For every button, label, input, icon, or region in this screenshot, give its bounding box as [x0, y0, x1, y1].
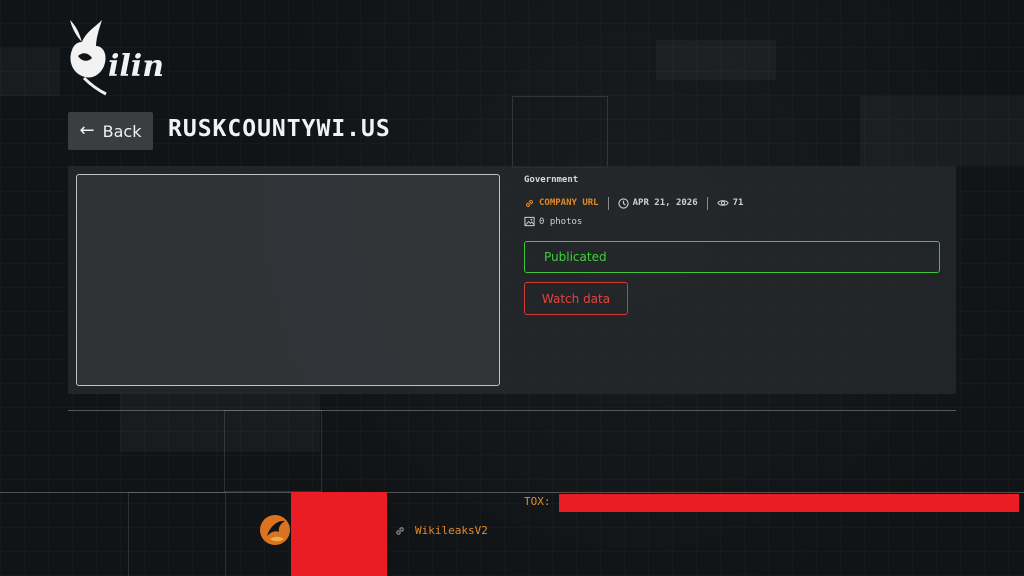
background-frame	[512, 96, 608, 168]
background-block	[860, 96, 1024, 166]
qilin-logo[interactable]: ilin	[64, 16, 174, 96]
photos-count: 0 photos	[539, 216, 583, 227]
background-block	[0, 48, 60, 96]
meta-separator	[607, 196, 609, 210]
photos-row: 0 photos	[524, 216, 582, 227]
category-label: Government	[524, 175, 579, 185]
link-icon	[396, 526, 404, 535]
background-frame	[224, 410, 322, 492]
background-frame	[128, 492, 226, 576]
phoenix-icon[interactable]	[258, 512, 292, 548]
meta-row: COMPANY URL APR 21, 2026 71	[524, 196, 743, 210]
tox-label: TOX:	[524, 495, 551, 508]
qilin-dragon-logo-icon: ilin	[70, 20, 164, 96]
watch-data-button[interactable]: Watch data	[524, 282, 628, 315]
company-url-label: COMPANY URL	[539, 198, 599, 208]
wikileaks-label: WikileaksV2	[415, 524, 488, 537]
page: ilin ← Back RUSKCOUNTYWI.US Government C…	[0, 0, 1024, 576]
meta-separator	[706, 196, 708, 210]
date-text: APR 21, 2026	[632, 198, 698, 208]
image-icon	[524, 216, 535, 227]
views-item: 71	[716, 198, 744, 208]
clock-icon	[617, 197, 629, 209]
page-title: RUSKCOUNTYWI.US	[168, 116, 391, 142]
company-url-link[interactable]: COMPANY URL	[524, 198, 599, 209]
eye-icon	[716, 200, 729, 206]
section-divider	[68, 410, 956, 411]
back-button-label: Back	[102, 121, 142, 141]
redaction-block	[291, 492, 387, 576]
image-preview	[76, 174, 500, 386]
back-button[interactable]: ← Back	[68, 112, 153, 150]
link-icon	[526, 199, 533, 207]
arrow-left-icon: ←	[79, 120, 95, 141]
status-publicated: Publicated	[524, 241, 940, 273]
views-count: 71	[732, 198, 744, 208]
footer-divider	[0, 492, 1024, 493]
background-block	[656, 40, 776, 80]
date-item: APR 21, 2026	[617, 197, 698, 209]
wikileaks-link[interactable]: WikileaksV2	[394, 524, 488, 537]
svg-text:ilin: ilin	[108, 49, 164, 84]
tox-redaction-block	[559, 494, 1019, 512]
